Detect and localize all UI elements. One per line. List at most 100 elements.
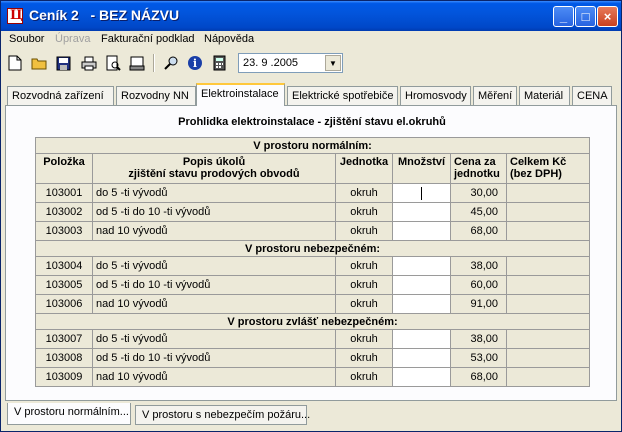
table-row: 103001 do 5 -ti vývodů okruh 30,00 — [35, 183, 591, 203]
tab-panel: Prohlidka elektroinstalace - zjištění st… — [5, 105, 617, 401]
item-unit: okruh — [335, 256, 393, 276]
menu-bar: Soubor Úprava Fakturační podklad Nápověd… — [1, 31, 621, 49]
quantity-input[interactable] — [392, 256, 451, 276]
unit-price: 30,00 — [450, 183, 507, 203]
unit-price: 68,00 — [450, 221, 507, 241]
main-window: Ц Ceník 2 - BEZ NÁZVU _ □ × Soubor Úprav… — [0, 0, 622, 432]
row-total — [505, 183, 591, 203]
group-header-row: V prostoru nebezpečném: — [34, 240, 591, 257]
item-description: od 5 -ti do 10 -ti vývodů — [92, 202, 336, 222]
unit-price: 91,00 — [450, 294, 507, 314]
row-total — [505, 348, 591, 368]
table-row: 103003 nad 10 vývodů okruh 68,00 — [35, 221, 591, 241]
table-row: 103002 od 5 -ti do 10 -ti vývodů okruh 45,0… — [35, 202, 591, 222]
tab-material[interactable]: Materiál — [519, 86, 570, 105]
col-header-total-line1: Celkem Kč — [510, 156, 567, 168]
svg-text:i: i — [193, 57, 197, 70]
minimize-button[interactable]: _ — [553, 6, 574, 27]
menu-uprava[interactable]: Úprava — [55, 33, 90, 45]
export-icon[interactable] — [127, 53, 147, 73]
table-row: 103004 do 5 -ti vývodů okruh 38,00 — [35, 256, 591, 276]
bottom-tab-strip: V prostoru normálním... V prostoru s neb… — [5, 403, 617, 427]
item-description: od 5 -ti do 10 -ti vývodů — [92, 275, 336, 295]
quantity-input[interactable] — [392, 294, 451, 314]
item-description: nad 10 vývodů — [92, 367, 336, 387]
column-header-row: Položka Popis úkolů zjištění stavu prodový… — [35, 153, 591, 184]
quantity-input[interactable] — [392, 183, 451, 203]
table-row: 103009 nad 10 vývodů okruh 68,00 — [35, 367, 591, 387]
row-total — [505, 256, 591, 276]
row-total — [505, 294, 591, 314]
col-header-unit-price-line2: jednotku — [454, 168, 500, 180]
tab-hromosvody[interactable]: Hromosvody — [400, 86, 471, 105]
tab-rozvodny-nn[interactable]: Rozvodny NN — [116, 86, 196, 105]
col-header-unit-price-line1: Cena za — [454, 156, 496, 168]
print-preview-icon[interactable] — [103, 53, 123, 73]
tab-elektroinstalace[interactable]: Elektroinstalace — [196, 83, 285, 106]
quantity-input[interactable] — [392, 202, 451, 222]
row-total — [505, 367, 591, 387]
open-folder-icon[interactable] — [29, 53, 49, 73]
item-description: nad 10 vývodů — [92, 294, 336, 314]
tab-cena[interactable]: CENA — [572, 86, 612, 105]
app-icon[interactable]: Ц — [7, 8, 23, 24]
col-header-unit: Jednotka — [335, 153, 393, 184]
table-row: 103008 od 5 -ti do 10 -ti vývodů okruh 53,0… — [35, 348, 591, 368]
item-code: 103009 — [35, 367, 93, 387]
save-icon[interactable] — [53, 53, 73, 73]
quantity-input[interactable] — [392, 275, 451, 295]
quantity-input[interactable] — [392, 221, 451, 241]
item-unit: okruh — [335, 294, 393, 314]
group-title: V prostoru nebezpečném: — [34, 240, 591, 257]
date-dropdown[interactable]: 23. 9 .2005 ▼ — [238, 53, 343, 73]
calculator-icon[interactable] — [209, 53, 229, 73]
menu-napoveda[interactable]: Nápověda — [204, 33, 254, 45]
unit-price: 38,00 — [450, 329, 507, 349]
item-code: 103008 — [35, 348, 93, 368]
title-bar[interactable]: Ц Ceník 2 - BEZ NÁZVU _ □ × — [1, 1, 621, 31]
group-title: V prostoru zvlášť nebezpečném: — [34, 313, 591, 330]
row-total — [505, 275, 591, 295]
col-header-unit-price: Cena za jednotku — [450, 153, 507, 184]
maximize-button[interactable]: □ — [575, 6, 596, 27]
table-row: 103005 od 5 -ti do 10 -ti vývodů okruh 60,0… — [35, 275, 591, 295]
item-description: do 5 -ti vývodů — [92, 329, 336, 349]
item-code: 103007 — [35, 329, 93, 349]
item-code: 103004 — [35, 256, 93, 276]
tab-mereni[interactable]: Měření — [473, 86, 517, 105]
menu-fakturacni-podklad[interactable]: Fakturační podklad — [101, 33, 195, 45]
tab-v-prostoru-s-nebezpecim-pozaru[interactable]: V prostoru s nebezpečím požáru... — [135, 405, 310, 425]
tab-v-prostoru-normalnim[interactable]: V prostoru normálním... — [7, 403, 131, 425]
col-header-item: Položka — [35, 153, 93, 184]
item-unit: okruh — [335, 183, 393, 203]
window-title: Ceník 2 - BEZ NÁZVU — [29, 7, 180, 23]
item-code: 103006 — [35, 294, 93, 314]
item-unit: okruh — [335, 367, 393, 387]
search-icon[interactable] — [161, 53, 181, 73]
col-header-total: Celkem Kč (bez DPH) — [505, 153, 591, 184]
close-button[interactable]: × — [597, 6, 618, 27]
new-document-icon[interactable] — [5, 53, 25, 73]
unit-price: 60,00 — [450, 275, 507, 295]
col-header-description-line1: Popis úkolů — [182, 156, 246, 168]
row-total — [505, 221, 591, 241]
chevron-down-icon[interactable]: ▼ — [325, 55, 341, 71]
tab-strip: Rozvodná zařízení Rozvodny NN Elektroins… — [5, 83, 617, 106]
tab-elektricke-spotrebice[interactable]: Elektrické spotřebiče — [287, 86, 398, 105]
info-icon[interactable]: i — [185, 53, 205, 73]
col-header-description-line2: zjištění stavu prodových obvodů — [128, 168, 300, 180]
col-header-description: Popis úkolů zjištění stavu prodových obvo… — [92, 153, 336, 184]
quantity-input[interactable] — [392, 367, 451, 387]
tab-rozvodna-zarizeni[interactable]: Rozvodná zařízení — [7, 86, 114, 105]
item-code: 103005 — [35, 275, 93, 295]
section-title: Prohlidka elektroinstalace - zjištění st… — [178, 116, 446, 128]
group-header-row: V prostoru normálním: — [34, 137, 591, 154]
toolbar: i 23. 9 .2005 ▼ — [3, 51, 619, 77]
quantity-input[interactable] — [392, 329, 451, 349]
quantity-input[interactable] — [392, 348, 451, 368]
group-title: V prostoru normálním: — [34, 137, 591, 154]
print-icon[interactable] — [79, 53, 99, 73]
group-header-row: V prostoru zvlášť nebezpečném: — [34, 313, 591, 330]
menu-soubor[interactable]: Soubor — [9, 33, 44, 45]
unit-price: 38,00 — [450, 256, 507, 276]
